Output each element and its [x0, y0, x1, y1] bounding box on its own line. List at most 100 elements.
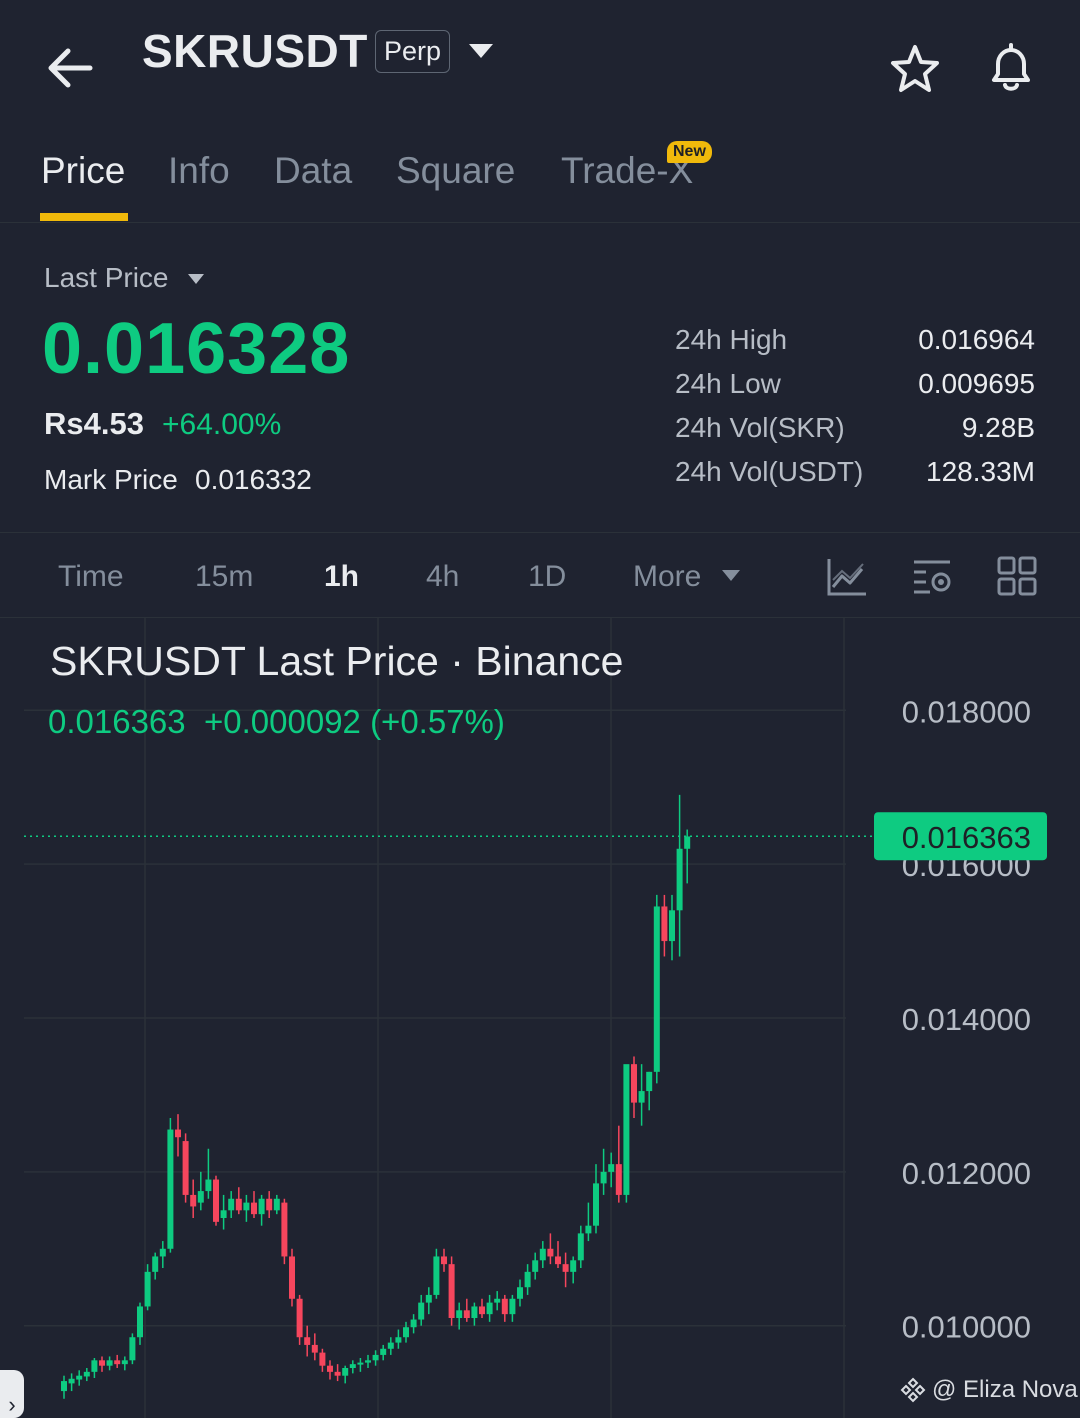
candle-body: [562, 1264, 569, 1272]
candle-body: [220, 1210, 227, 1218]
price-change-percent: +64.00%: [162, 408, 282, 441]
mark-price-label: Mark Price: [44, 464, 178, 495]
candle-body: [517, 1287, 523, 1299]
interval-more[interactable]: More: [633, 560, 701, 594]
chart-settings-button[interactable]: [912, 556, 954, 598]
chart-price-change: 0.016363 +0.000092 (+0.57%): [48, 703, 505, 741]
candle-body: [137, 1306, 143, 1338]
candle-body: [646, 1071, 653, 1092]
candle-body: [509, 1298, 516, 1315]
stat-label: 24h High: [675, 324, 788, 355]
candle-body: [653, 906, 660, 1072]
candle-body: [334, 1371, 341, 1376]
candle-body: [129, 1337, 136, 1361]
candle-body: [608, 1164, 615, 1172]
tab-price[interactable]: Price: [41, 150, 125, 192]
last-price-dropdown[interactable]: [186, 272, 206, 286]
perp-badge[interactable]: Perp: [375, 30, 451, 73]
candle-body: [296, 1298, 303, 1338]
candle-body: [585, 1225, 592, 1234]
stat-value: 0.016964: [918, 324, 1035, 355]
symbol-title[interactable]: SKRUSDT: [142, 24, 368, 78]
tab-data[interactable]: Data: [274, 150, 352, 192]
grid-icon: [997, 556, 1037, 596]
candle-body: [555, 1256, 561, 1265]
candle-body: [448, 1264, 455, 1318]
candle-body: [425, 1294, 432, 1303]
last-price-selector[interactable]: Last Price: [44, 262, 169, 294]
tab-square[interactable]: Square: [396, 150, 515, 192]
stat-value: 0.009695: [918, 368, 1035, 399]
stat-label: 24h Vol(SKR): [675, 412, 845, 443]
caret-down-icon: [469, 44, 493, 58]
candle-body: [532, 1260, 539, 1272]
interval-time[interactable]: Time: [58, 560, 124, 594]
candle-body: [289, 1256, 295, 1299]
candle-body: [121, 1360, 128, 1365]
tabs-divider: [0, 222, 1080, 223]
interval-1d[interactable]: 1D: [528, 560, 566, 594]
chart-change-value: +0.000092 (+0.57%): [203, 703, 505, 740]
y-axis-label: 0.018000: [902, 694, 1031, 729]
candle-body: [273, 1198, 280, 1211]
indicator-button[interactable]: [826, 556, 868, 598]
candle-body: [76, 1375, 83, 1380]
candle-body: [638, 1091, 645, 1103]
candle-body: [197, 1191, 204, 1203]
interval-1h[interactable]: 1h: [324, 560, 359, 594]
candle-body: [83, 1371, 90, 1377]
candle-body: [433, 1256, 440, 1295]
watermark: @ Eliza Nova: [900, 1376, 1078, 1404]
candle-body: [593, 1183, 599, 1226]
candle-body: [380, 1348, 387, 1355]
candle-body: [547, 1248, 554, 1257]
chart-current-price: 0.016363: [48, 703, 186, 740]
candle-body: [463, 1310, 470, 1318]
candle-body: [486, 1302, 493, 1315]
candle-body: [456, 1310, 463, 1318]
candle-body: [205, 1179, 212, 1192]
candle-body: [61, 1381, 67, 1392]
candle-body: [114, 1360, 121, 1365]
stat-label: 24h Low: [675, 368, 781, 399]
candle-body: [669, 910, 675, 942]
candle-body: [615, 1164, 622, 1195]
chevron-right-icon: ›: [8, 1392, 16, 1417]
header: SKRUSDT Perp: [0, 0, 1080, 130]
candle-body: [403, 1327, 409, 1338]
interval-4h[interactable]: 4h: [426, 560, 459, 594]
candle-body: [304, 1337, 311, 1345]
candle-body: [418, 1302, 425, 1320]
back-button[interactable]: [40, 40, 100, 96]
candle-body: [99, 1360, 105, 1366]
candle-body: [319, 1352, 326, 1366]
symbol-dropdown-button[interactable]: [466, 40, 496, 62]
binance-logo-icon: [900, 1377, 926, 1403]
last-price-value: 0.016328: [42, 309, 351, 389]
active-tab-indicator: [40, 213, 128, 221]
y-axis-label: 0.010000: [902, 1310, 1031, 1345]
interval-15m[interactable]: 15m: [195, 560, 253, 594]
candle-body: [213, 1179, 219, 1222]
tab-info[interactable]: Info: [168, 150, 230, 192]
more-dropdown[interactable]: [720, 568, 742, 584]
candle-body: [577, 1233, 584, 1261]
candle-body: [524, 1271, 531, 1288]
chart-title: SKRUSDT Last Price · Binance: [50, 638, 624, 684]
candle-body: [106, 1360, 113, 1366]
settings-sliders-icon: [914, 560, 951, 594]
candle-body: [479, 1306, 485, 1315]
layout-button[interactable]: [997, 556, 1037, 596]
candle-body: [684, 836, 691, 849]
candle-body: [349, 1364, 356, 1368]
favorite-button[interactable]: [888, 42, 942, 96]
candle-body: [600, 1171, 607, 1184]
candle-body: [190, 1194, 197, 1207]
candle-body: [501, 1298, 508, 1315]
stat-value: 128.33M: [926, 456, 1035, 487]
expand-handle[interactable]: ›: [0, 1370, 24, 1418]
alert-button[interactable]: [984, 40, 1038, 96]
y-axis-label: 0.012000: [902, 1156, 1031, 1191]
stat-label: 24h Vol(USDT): [675, 456, 864, 487]
watermark-text: @ Eliza Nova: [932, 1376, 1078, 1403]
